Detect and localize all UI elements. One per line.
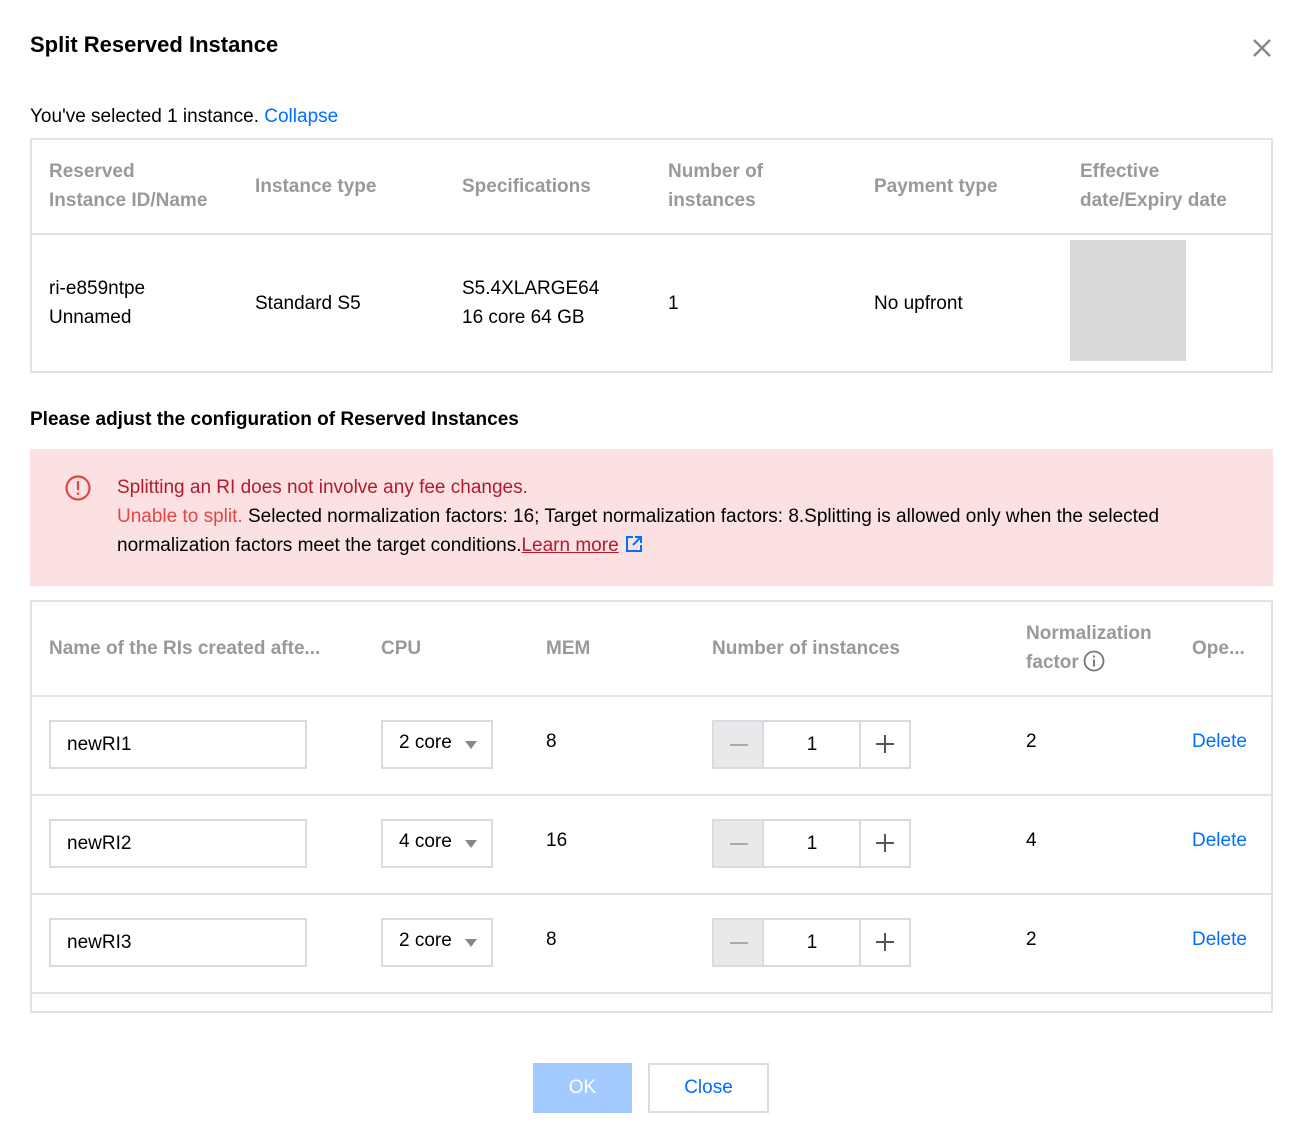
decrement-button[interactable] bbox=[714, 722, 764, 767]
table-header: Reserved Instance ID/Name Instance type … bbox=[32, 140, 1271, 235]
close-button[interactable]: Close bbox=[648, 1063, 769, 1113]
header-payment-type: Payment type bbox=[874, 176, 998, 197]
mem-value: 8 bbox=[546, 731, 557, 752]
delete-link[interactable]: Delete bbox=[1192, 929, 1247, 951]
header-instance-type: Instance type bbox=[255, 176, 377, 197]
header-cpu: CPU bbox=[381, 638, 422, 659]
alert-unable-label: Unable to split. bbox=[117, 506, 243, 527]
specifications-cell: S5.4XLARGE64 16 core 64 GB bbox=[462, 278, 600, 328]
header-number-of-instances: Number of instances bbox=[712, 638, 900, 659]
selection-summary: You've selected 1 instance. Collapse bbox=[30, 106, 338, 128]
ri-name-input[interactable] bbox=[49, 918, 307, 967]
normalization-factor-value: 2 bbox=[1026, 929, 1037, 950]
header-effective-date: Effective date/Expiry date bbox=[1080, 161, 1227, 211]
header-operation: Ope... bbox=[1192, 638, 1245, 659]
dialog-title: Split Reserved Instance bbox=[30, 32, 279, 57]
alert-message: Splitting an RI does not involve any fee… bbox=[117, 473, 1237, 560]
ok-button[interactable]: OK bbox=[533, 1063, 632, 1113]
instance-count-stepper bbox=[712, 720, 911, 769]
instance-count-input[interactable] bbox=[764, 722, 860, 767]
selected-instance-table: Reserved Instance ID/Name Instance type … bbox=[30, 138, 1273, 373]
error-circle-icon bbox=[64, 474, 92, 502]
collapse-link[interactable]: Collapse bbox=[264, 106, 338, 127]
instance-id-cell: ri-e859ntpe Unnamed bbox=[49, 278, 146, 328]
decrement-button[interactable] bbox=[714, 821, 764, 866]
alert-line-fee: Splitting an RI does not involve any fee… bbox=[117, 477, 528, 498]
increment-button[interactable] bbox=[859, 920, 909, 965]
instance-type-cell: Standard S5 bbox=[255, 293, 361, 314]
selection-text: You've selected 1 instance. bbox=[30, 106, 259, 127]
normalization-factor-value: 2 bbox=[1026, 731, 1037, 752]
header-specifications: Specifications bbox=[462, 176, 591, 197]
ri-name-input[interactable] bbox=[49, 720, 307, 769]
decrement-button[interactable] bbox=[714, 920, 764, 965]
increment-button[interactable] bbox=[859, 821, 909, 866]
delete-link[interactable]: Delete bbox=[1192, 731, 1247, 753]
cpu-select[interactable]: 2 core bbox=[381, 720, 493, 769]
header-normalization-factor: Normalization factor bbox=[1026, 623, 1152, 673]
payment-type-cell: No upfront bbox=[874, 293, 963, 314]
cpu-select[interactable]: 2 core bbox=[381, 918, 493, 967]
caret-down-icon bbox=[465, 741, 477, 749]
table-row: 2 core 8 2 Delete bbox=[32, 697, 1271, 796]
instance-count-stepper bbox=[712, 918, 911, 967]
table-row: 4 core 16 4 Delete bbox=[32, 796, 1271, 895]
learn-more-link[interactable]: Learn more bbox=[521, 535, 618, 556]
normalization-factor-value: 4 bbox=[1026, 830, 1037, 851]
mem-value: 8 bbox=[546, 929, 557, 950]
instance-count-input[interactable] bbox=[764, 920, 860, 965]
header-ri-name: Name of the RIs created afte... bbox=[49, 638, 321, 659]
mem-value: 16 bbox=[546, 830, 568, 851]
header-instance-id: Reserved Instance ID/Name bbox=[49, 161, 208, 211]
table-header: Name of the RIs created afte... CPU MEM … bbox=[32, 602, 1271, 697]
close-icon[interactable] bbox=[1246, 32, 1278, 64]
header-mem: MEM bbox=[546, 638, 591, 659]
ri-name-input[interactable] bbox=[49, 819, 307, 868]
instance-count-input[interactable] bbox=[764, 821, 860, 866]
split-config-table: Name of the RIs created afte... CPU MEM … bbox=[30, 600, 1273, 1013]
header-number-of-instances: Number of instances bbox=[668, 161, 763, 211]
caret-down-icon bbox=[465, 840, 477, 848]
table-row: 2 core 8 2 Delete bbox=[32, 895, 1271, 994]
instance-count-stepper bbox=[712, 819, 911, 868]
cpu-select[interactable]: 4 core bbox=[381, 819, 493, 868]
info-icon[interactable] bbox=[1083, 650, 1105, 672]
caret-down-icon bbox=[465, 939, 477, 947]
external-link-icon[interactable] bbox=[625, 535, 643, 553]
delete-link[interactable]: Delete bbox=[1192, 830, 1247, 852]
increment-button[interactable] bbox=[859, 722, 909, 767]
instance-count-cell: 1 bbox=[668, 293, 679, 314]
config-section-title: Please adjust the configuration of Reser… bbox=[30, 409, 519, 430]
error-alert: Splitting an RI does not involve any fee… bbox=[30, 449, 1273, 586]
date-placeholder bbox=[1070, 240, 1186, 361]
